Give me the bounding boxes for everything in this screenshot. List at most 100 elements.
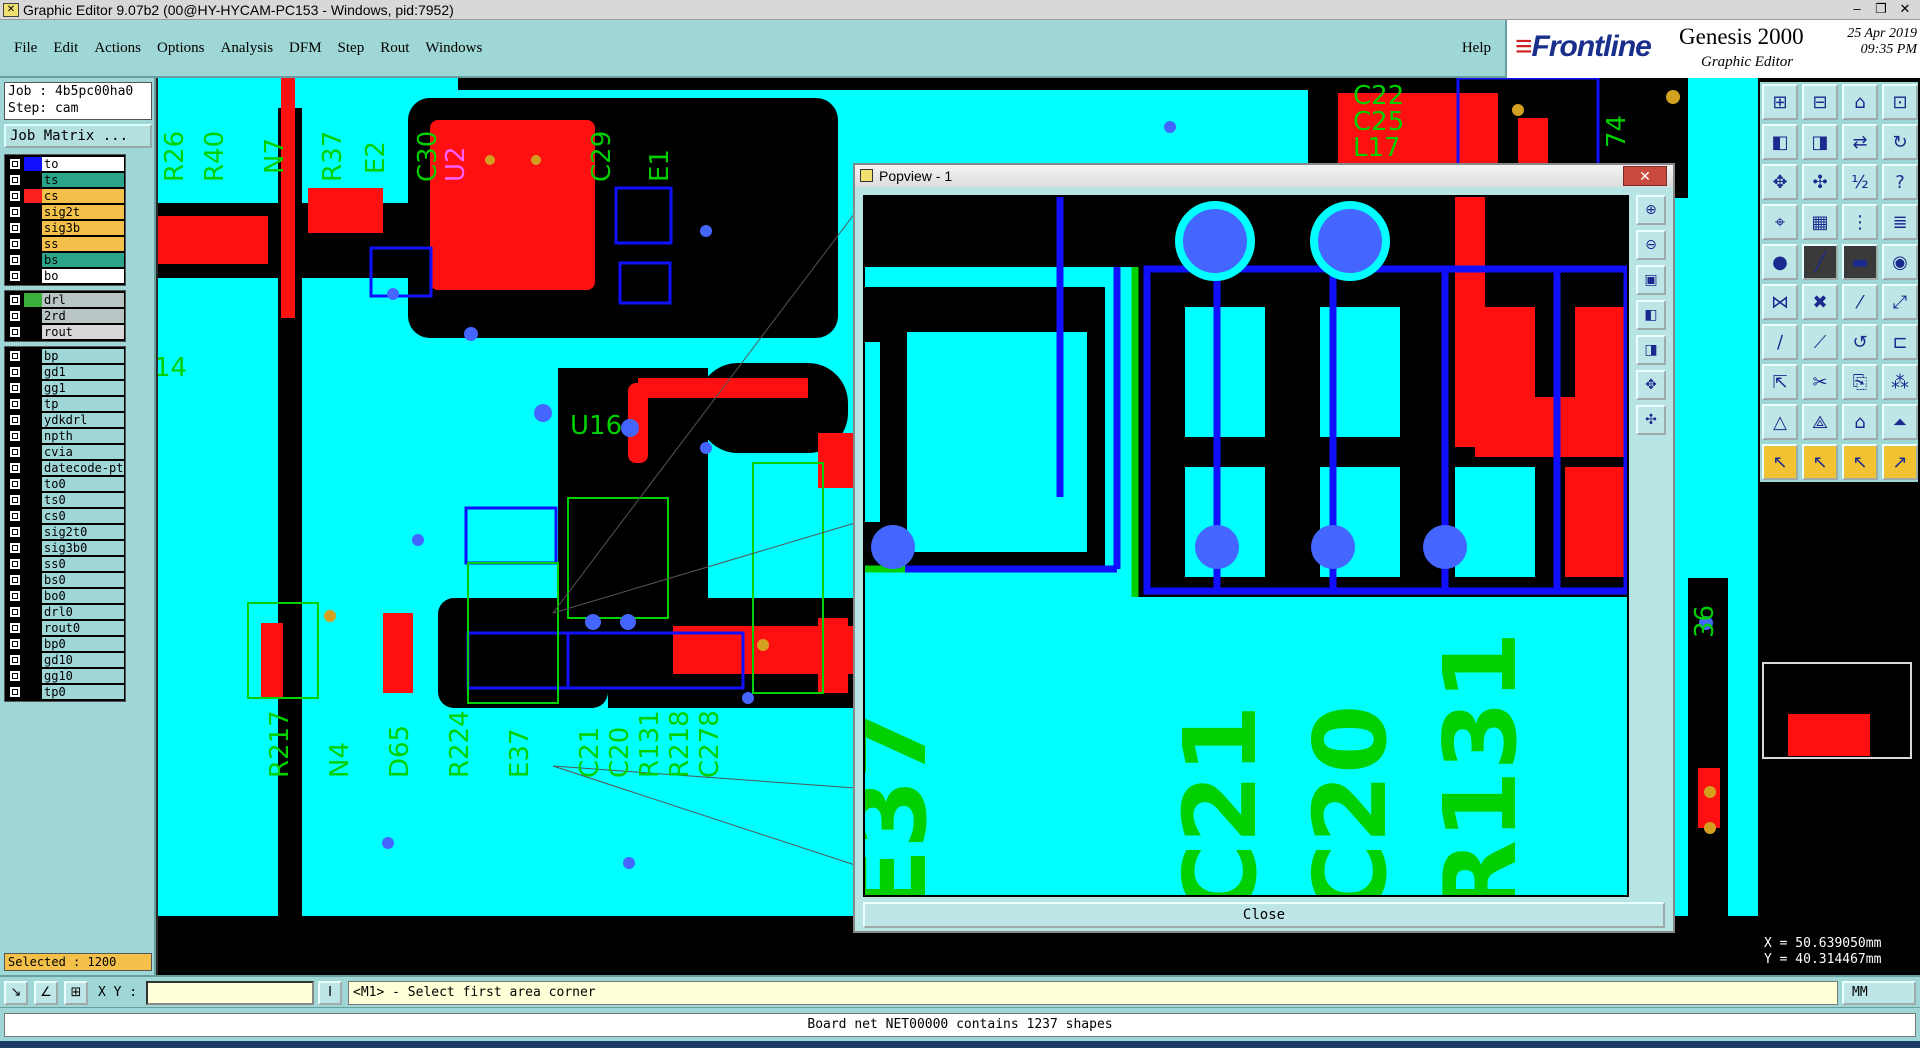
layer-row-bs[interactable]: bs xyxy=(6,252,124,268)
layer-color-swatch[interactable] xyxy=(24,685,42,699)
node-icon[interactable]: ⁄ xyxy=(1842,284,1878,320)
snap-mode-icon[interactable]: ↘ xyxy=(4,981,28,1005)
layer-color-swatch[interactable] xyxy=(24,349,42,363)
pan-left-icon[interactable]: ◧ xyxy=(1762,124,1798,160)
layer-name[interactable]: to0 xyxy=(42,477,124,491)
grid-icon[interactable]: ▦ xyxy=(1802,204,1838,240)
overview-map[interactable] xyxy=(1762,662,1912,759)
layer-checkbox[interactable] xyxy=(9,558,21,570)
layer-color-swatch[interactable] xyxy=(24,309,42,323)
layer-checkbox[interactable] xyxy=(9,254,21,266)
layer-row-drl0[interactable]: drl0 xyxy=(6,604,124,620)
layer-name[interactable]: drl xyxy=(42,293,124,307)
center-icon[interactable]: ✣ xyxy=(1802,164,1838,200)
layer-color-swatch[interactable] xyxy=(24,477,42,491)
layer-name[interactable]: bo0 xyxy=(42,589,124,603)
menu-edit[interactable]: Edit xyxy=(53,40,78,57)
layer-color-swatch[interactable] xyxy=(24,429,42,443)
layer-checkbox[interactable] xyxy=(9,462,21,474)
layer-checkbox[interactable] xyxy=(9,414,21,426)
layer-row-gg10[interactable]: gg10 xyxy=(6,668,124,684)
popview-canvas[interactable]: C21 C20 R131 E37 xyxy=(863,195,1629,897)
layer-checkbox[interactable] xyxy=(9,326,21,338)
layer-color-swatch[interactable] xyxy=(24,269,42,283)
layer-row-gd1[interactable]: gd1 xyxy=(6,364,124,380)
popview-home-icon[interactable]: ✥ xyxy=(1636,370,1666,400)
popview-center-icon[interactable]: ✣ xyxy=(1636,405,1666,435)
layer-row-ts0[interactable]: ts0 xyxy=(6,492,124,508)
bracket-icon[interactable]: ⊏ xyxy=(1882,324,1918,360)
copy-icon[interactable]: ⎘ xyxy=(1842,364,1878,400)
layer-color-swatch[interactable] xyxy=(24,541,42,555)
popview-close-button[interactable]: Close xyxy=(863,902,1665,928)
layer-row-gd10[interactable]: gd10 xyxy=(6,652,124,668)
layer-name[interactable]: ydkdrl xyxy=(42,413,124,427)
zoom-out-icon[interactable]: ⊟ xyxy=(1802,84,1838,120)
zoom-area-icon[interactable]: ⊡ xyxy=(1882,84,1918,120)
layer-checkbox[interactable] xyxy=(9,494,21,506)
layer-name[interactable]: cvia xyxy=(42,445,124,459)
layer-checkbox[interactable] xyxy=(9,310,21,322)
popview-fit-icon[interactable]: ▣ xyxy=(1636,265,1666,295)
menu-rout[interactable]: Rout xyxy=(380,40,409,57)
menu-options[interactable]: Options xyxy=(157,40,205,57)
layer-row-drl[interactable]: drl xyxy=(6,292,124,308)
layer-name[interactable]: sig3b0 xyxy=(42,541,124,555)
layer-color-swatch[interactable] xyxy=(24,605,42,619)
layer-checkbox[interactable] xyxy=(9,638,21,650)
layer-checkbox[interactable] xyxy=(9,510,21,522)
layer-color-swatch[interactable] xyxy=(24,381,42,395)
polygon-icon[interactable]: ⟁ xyxy=(1802,404,1838,440)
layer-color-swatch[interactable] xyxy=(24,509,42,523)
home-icon[interactable]: ⌂ xyxy=(1842,84,1878,120)
pad-tool-icon[interactable]: ● xyxy=(1762,244,1798,280)
layer-row-tp[interactable]: tp xyxy=(6,396,124,412)
layer-checkbox[interactable] xyxy=(9,606,21,618)
layer-color-swatch[interactable] xyxy=(24,557,42,571)
layer-name[interactable]: cs xyxy=(42,189,124,203)
layer-row-2rd[interactable]: 2rd xyxy=(6,308,124,324)
layer-row-npth[interactable]: npth xyxy=(6,428,124,444)
ruler-icon[interactable]: ▬ xyxy=(1842,244,1878,280)
layer-checkbox[interactable] xyxy=(9,382,21,394)
layer-color-swatch[interactable] xyxy=(24,525,42,539)
layer-checkbox[interactable] xyxy=(9,398,21,410)
layer-checkbox[interactable] xyxy=(9,222,21,234)
info-icon[interactable]: I xyxy=(318,981,342,1005)
popview-zoom-out-icon[interactable]: ⊖ xyxy=(1636,230,1666,260)
layer-color-swatch[interactable] xyxy=(24,413,42,427)
layer-name[interactable]: bp xyxy=(42,349,124,363)
menu-help[interactable]: Help xyxy=(1462,40,1491,57)
help-icon[interactable]: ? xyxy=(1882,164,1918,200)
layer-row-ts[interactable]: ts xyxy=(6,172,124,188)
xy-input[interactable] xyxy=(146,981,314,1005)
layer-checkbox[interactable] xyxy=(9,654,21,666)
layer-row-to[interactable]: to xyxy=(6,156,124,172)
layer-name[interactable]: sig2t xyxy=(42,205,124,219)
arc-icon[interactable]: ↺ xyxy=(1842,324,1878,360)
layer-row-gg1[interactable]: gg1 xyxy=(6,380,124,396)
layer-color-swatch[interactable] xyxy=(24,397,42,411)
layer-name[interactable]: ts0 xyxy=(42,493,124,507)
menu-windows[interactable]: Windows xyxy=(425,40,482,57)
triangle-icon[interactable]: △ xyxy=(1762,404,1798,440)
layer-name[interactable]: 2rd xyxy=(42,309,124,323)
restore-icon[interactable]: ❐ xyxy=(1870,0,1892,18)
layer-color-swatch[interactable] xyxy=(24,293,42,307)
layer-color-swatch[interactable] xyxy=(24,669,42,683)
select-add-icon[interactable]: ↖ xyxy=(1802,444,1838,480)
popview-close-icon[interactable]: ✕ xyxy=(1623,166,1667,186)
layer-name[interactable]: datecode-pt xyxy=(42,461,124,475)
layer-name[interactable]: rout0 xyxy=(42,621,124,635)
layer-row-to0[interactable]: to0 xyxy=(6,476,124,492)
layer-row-bs0[interactable]: bs0 xyxy=(6,572,124,588)
layer-checkbox[interactable] xyxy=(9,590,21,602)
pan-right-icon[interactable]: ◨ xyxy=(1802,124,1838,160)
layer-name[interactable]: bs xyxy=(42,253,124,267)
layer-color-swatch[interactable] xyxy=(24,325,42,339)
arch-icon[interactable]: ⌂ xyxy=(1842,404,1878,440)
popview-pan-right-icon[interactable]: ◨ xyxy=(1636,335,1666,365)
layer-color-swatch[interactable] xyxy=(24,589,42,603)
minimize-icon[interactable]: – xyxy=(1846,0,1868,18)
menu-file[interactable]: File xyxy=(14,40,37,57)
